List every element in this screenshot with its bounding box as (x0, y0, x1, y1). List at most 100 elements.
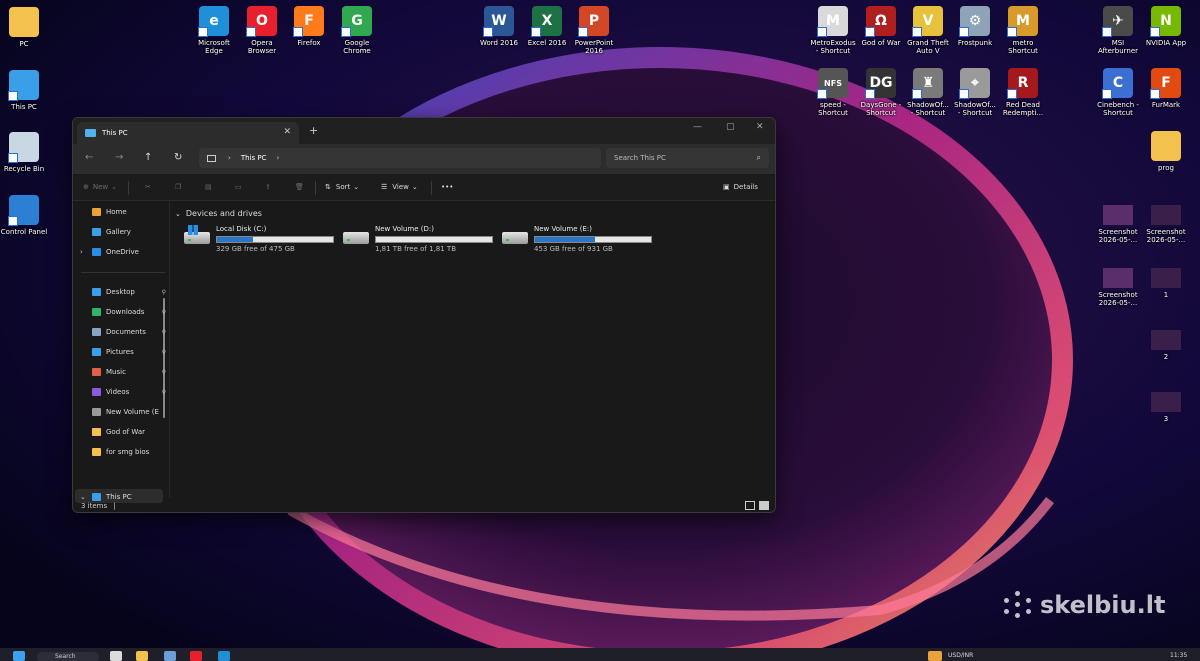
sidebar-item-onedrive[interactable]: › OneDrive (80, 246, 168, 258)
view-label: View (392, 183, 409, 191)
tiles-view-icon[interactable] (759, 501, 769, 510)
breadcrumb-chevron-end[interactable]: › (276, 154, 279, 162)
desktop-icon-powerpoint[interactable]: P PowerPoint 2016 (566, 6, 622, 55)
desktop-icon-label: 1 (1163, 291, 1169, 299)
new-button[interactable]: ⊕ New ⌄ (83, 183, 117, 191)
desktop-icon-image-thumb[interactable]: 2 (1138, 330, 1194, 361)
close-tab-button[interactable]: ✕ (283, 127, 291, 137)
desktop-icon-label: metro Shortcut (1008, 39, 1038, 55)
command-bar: ⊕ New ⌄ ✂ ❐ ▤ ▭ ⇪ 🗑 ⇅ Sort ⌄ ☰ View ⌄ ••… (73, 175, 775, 201)
desktop-icon-nvidia[interactable]: N NVIDIA App (1138, 6, 1194, 47)
details-pane-button[interactable]: ▣ Details (723, 183, 758, 191)
desktop-icon-control-panel[interactable]: Control Panel (0, 195, 52, 236)
sidebar-item-downloads[interactable]: Downloads ⚲ (92, 306, 168, 318)
desktop-icon-image-thumb[interactable]: 3 (1138, 392, 1194, 423)
desktop-icon-chrome[interactable]: G Google Chrome (329, 6, 385, 55)
drive-free-space: 453 GB free of 931 GB (534, 245, 613, 253)
sidebar-item-for-smg-bios[interactable]: for smg bios (92, 446, 168, 458)
sidebar-item-home[interactable]: Home (92, 206, 168, 218)
view-button[interactable]: ☰ View ⌄ (381, 183, 418, 191)
currency-widget[interactable]: USD/INR (948, 652, 973, 659)
file-explorer-taskbar-icon[interactable] (136, 651, 148, 661)
address-bar[interactable]: › This PC › (199, 148, 601, 168)
new-tab-button[interactable]: + (309, 124, 318, 137)
details-label: Details (733, 183, 758, 191)
sidebar-item-label: Desktop (106, 288, 135, 296)
desktop-icon-label: FurMark (1151, 101, 1181, 109)
copy-icon[interactable]: ❐ (175, 183, 181, 191)
god-of-war-icon: Ω (865, 6, 896, 37)
drive-tile[interactable]: New Volume (E:) 453 GB free of 931 GB (502, 225, 657, 253)
search-input[interactable]: Search This PC ⌕ (606, 148, 769, 168)
forward-button[interactable]: → (115, 152, 123, 163)
desktop-icon (92, 288, 101, 296)
close-window-button[interactable]: ✕ (756, 122, 764, 132)
desktop-icon-label: Screenshot 2026-05-... (1098, 291, 1138, 307)
desktop-icon-monitor[interactable]: This PC (0, 70, 52, 111)
sidebar-item-videos[interactable]: Videos ⚲ (92, 386, 168, 398)
devices-and-drives-header[interactable]: ⌄ Devices and drives (175, 209, 262, 218)
item-count: 3 items (81, 502, 108, 510)
share-icon[interactable]: ⇪ (265, 183, 271, 191)
app-taskbar-icon[interactable] (164, 651, 176, 661)
title-bar[interactable]: This PC ✕ + — ▢ ✕ (73, 118, 775, 144)
back-button[interactable]: ← (85, 152, 93, 163)
stocks-icon[interactable] (928, 651, 942, 661)
breadcrumb-this-pc[interactable]: This PC (241, 154, 267, 162)
clock[interactable]: 11:35 (1170, 652, 1187, 659)
drive-usage-fill (535, 237, 595, 242)
delete-icon[interactable]: 🗑 (295, 183, 304, 191)
desktop-icon-recycle-bin[interactable]: Recycle Bin (0, 132, 52, 173)
tab-this-pc[interactable]: This PC ✕ (77, 122, 299, 144)
desktop-icon-image-thumb[interactable]: 1 (1138, 268, 1194, 299)
edge-taskbar-icon[interactable] (218, 651, 230, 661)
rename-icon[interactable]: ▭ (235, 183, 242, 191)
maximize-button[interactable]: ▢ (726, 122, 735, 132)
desktop-icon-label: Excel 2016 (527, 39, 567, 47)
desktop-icon-metro[interactable]: Mmetro Shortcut (995, 6, 1051, 55)
taskbar-search[interactable]: Search (37, 652, 99, 661)
up-button[interactable]: ↑ (144, 152, 152, 163)
expand-chevron-icon[interactable]: › (80, 248, 83, 256)
refresh-button[interactable]: ↻ (174, 152, 182, 163)
desktop-icon-folder[interactable]: PC (0, 7, 52, 48)
sidebar-item-desktop[interactable]: Desktop ⚲ (92, 286, 168, 298)
cut-icon[interactable]: ✂ (145, 183, 151, 191)
sidebar-item-music[interactable]: Music ⚲ (92, 366, 168, 378)
task-view-icon[interactable] (110, 651, 122, 661)
chevron-down-icon: ⌄ (111, 183, 118, 191)
desktop-icon-folder[interactable]: prog (1138, 131, 1194, 172)
nfs-icon: NFS (817, 68, 848, 99)
msi-afterburner-icon: ✈ (1102, 6, 1133, 37)
desktop-icon-furmark[interactable]: F FurMark (1138, 68, 1194, 109)
chevron-down-icon: ⌄ (353, 183, 360, 191)
breadcrumb-chevron[interactable]: › (228, 154, 231, 162)
drive-usage-bar (216, 236, 334, 243)
start-windows-icon[interactable] (13, 651, 25, 661)
desktop-icon-screenshot-thumb[interactable]: Screenshot 2026-05-... (1138, 205, 1194, 244)
chevron-down-icon: ⌄ (175, 209, 181, 218)
taskbar: Search USD/INR 11:35 (0, 648, 1200, 661)
search-icon[interactable]: ⌕ (757, 153, 761, 163)
watermark-text: skelbiu.lt (1040, 591, 1166, 619)
sort-button[interactable]: ⇅ Sort ⌄ (325, 183, 359, 191)
file-explorer-window[interactable]: This PC ✕ + — ▢ ✕ ← → ↑ ↻ › This PC › Se… (72, 117, 776, 513)
paste-icon[interactable]: ▤ (205, 183, 212, 191)
folder-icon (92, 448, 101, 456)
sidebar-item-god-of-war[interactable]: God of War (92, 426, 168, 438)
excel-icon: X (531, 6, 562, 37)
drive-tile[interactable]: Local Disk (C:) 329 GB free of 475 GB (184, 225, 339, 253)
toolbar-divider (431, 181, 432, 195)
sidebar-item-gallery[interactable]: Gallery (92, 226, 168, 238)
onedrive-icon (92, 248, 101, 256)
minimize-button[interactable]: — (693, 122, 702, 132)
desktop-icon-red-dead[interactable]: R Red Dead Redempti... (995, 68, 1051, 117)
app-taskbar-icon-2[interactable] (190, 651, 202, 661)
sidebar-item-documents[interactable]: Documents ⚲ (92, 326, 168, 338)
drive-tile[interactable]: New Volume (D:) 1,81 TB free of 1,81 TB (343, 225, 498, 253)
sidebar-item-pictures[interactable]: Pictures ⚲ (92, 346, 168, 358)
details-view-icon[interactable] (745, 501, 755, 510)
sidebar-item-new-volume-e[interactable]: New Volume (E (92, 406, 168, 418)
folder-icon (1151, 131, 1181, 161)
more-options-button[interactable]: ••• (441, 183, 453, 191)
